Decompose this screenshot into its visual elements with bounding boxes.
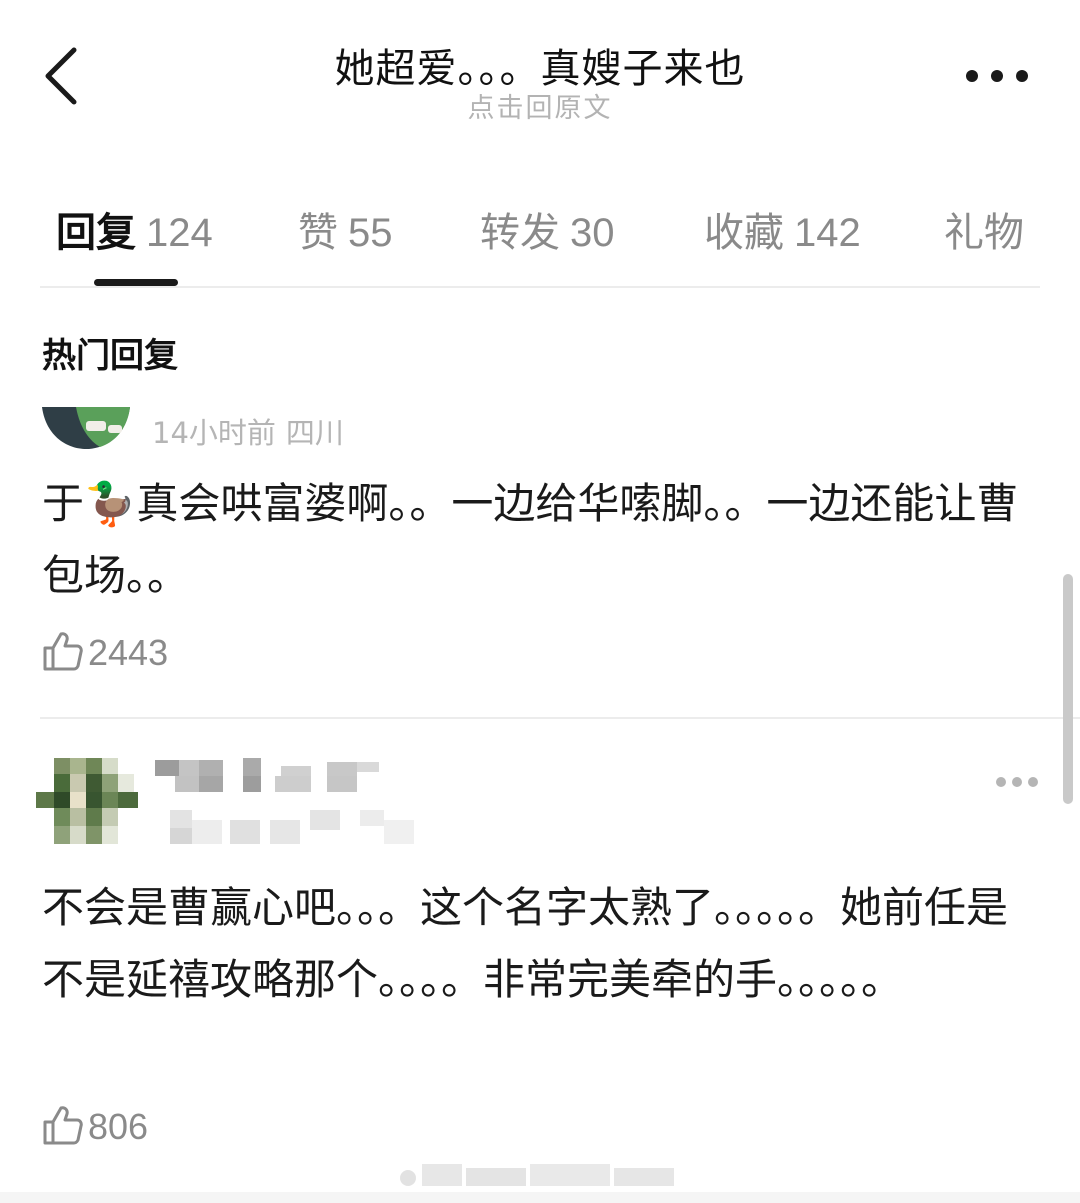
tab-reposts[interactable]: 转发 30: [480, 200, 615, 258]
tab-favorites[interactable]: 收藏 142: [704, 200, 861, 258]
like-count: 806: [88, 1106, 149, 1147]
more-options-icon[interactable]: [962, 62, 1032, 90]
duck-emoji-icon: 🦆: [84, 479, 137, 528]
divider: [40, 286, 1040, 288]
blurred-username: [155, 758, 379, 792]
blurred-avatar[interactable]: [36, 758, 140, 846]
tab-gifts[interactable]: 礼物: [944, 200, 1034, 258]
like-button[interactable]: 2443: [42, 632, 168, 676]
blurred-watermark: [400, 1164, 674, 1186]
like-count: 2443: [88, 632, 169, 673]
comment-more-icon[interactable]: [995, 775, 1039, 789]
comment-text: 不会是曹赢心吧。。。这个名字太熟了。。。。。她前任是不是延禧攻略那个。。。。非常…: [42, 883, 1009, 1004]
blurred-comment-meta: [170, 810, 414, 844]
avatar[interactable]: [42, 407, 130, 449]
active-tab-indicator: [94, 279, 178, 286]
back-to-original-link[interactable]: 点击回原文: [0, 86, 1080, 125]
comment-time: 14小时前: [152, 416, 276, 450]
scrollbar[interactable]: [1063, 574, 1073, 804]
comment-location: 四川: [285, 416, 344, 450]
comment-text: 于🦆真会哄富婆啊。。一边给华嗦脚。。一边还能让曹包场。。: [42, 479, 1019, 600]
thumbs-up-icon: [43, 1106, 83, 1145]
tab-likes[interactable]: 赞 55: [298, 200, 393, 258]
divider: [40, 717, 1080, 719]
comment-meta: 14小时前 四川: [152, 410, 344, 452]
tab-bar: 回复 124 赞 55 转发 30 收藏 142 礼物: [0, 190, 1080, 290]
top-bar: 她超爱。。。真嫂子来也 点击回原文: [0, 0, 1080, 140]
like-button[interactable]: 806: [42, 1106, 148, 1150]
section-title: 热门回复: [42, 336, 178, 376]
bottom-edge: [0, 1192, 1080, 1203]
tab-replies[interactable]: 回复 124: [56, 200, 213, 258]
thumbs-up-icon: [43, 632, 83, 671]
